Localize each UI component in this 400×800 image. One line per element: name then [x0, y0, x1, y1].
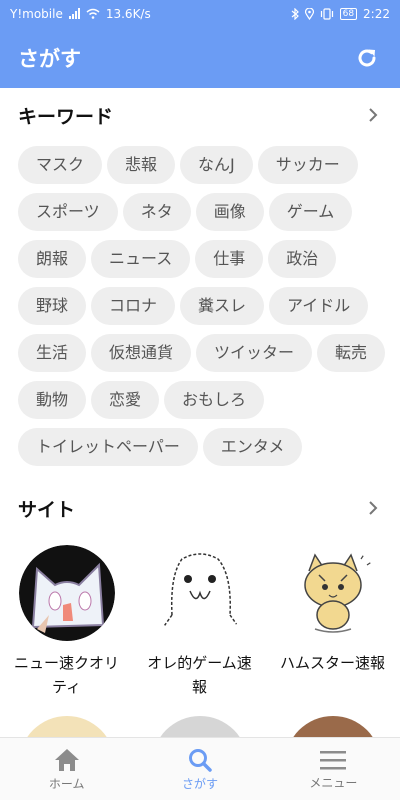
- nav-label-home: ホーム: [48, 776, 85, 791]
- carrier-label: Y!mobile: [10, 6, 63, 21]
- keyword-chip[interactable]: 転売: [317, 334, 386, 372]
- vibrate-icon: [320, 7, 333, 20]
- keyword-chip[interactable]: 政治: [268, 240, 337, 278]
- wifi-icon: [86, 8, 100, 19]
- keyword-chip[interactable]: ツイッター: [196, 334, 313, 372]
- search-icon: [188, 748, 212, 772]
- keyword-chip[interactable]: 画像: [195, 193, 264, 231]
- keyword-chip[interactable]: 仕事: [195, 240, 264, 278]
- site-grid-row-2: [0, 716, 400, 738]
- site-name: ニュー速クオリティ: [13, 654, 119, 696]
- keyword-chip[interactable]: スポーツ: [18, 193, 118, 231]
- site-grid: ニュー速クオリティ オレ的ゲーム速報 ハムスター速報: [0, 545, 400, 699]
- keyword-chip[interactable]: コロナ: [91, 287, 176, 325]
- bluetooth-icon: [291, 7, 299, 20]
- keyword-chip[interactable]: トイレットペーパー: [18, 428, 198, 466]
- site-card[interactable]: オレ的ゲーム速報: [133, 545, 266, 699]
- site-thumbnail-cat-face: [18, 545, 115, 641]
- signal-icon: [68, 8, 80, 19]
- site-thumbnail-partial[interactable]: [18, 716, 115, 738]
- site-name: ハムスター速報: [279, 654, 385, 672]
- app-bar: さがす: [0, 27, 400, 88]
- site-thumbnail-partial[interactable]: [151, 716, 248, 738]
- site-card[interactable]: ニュー速クオリティ: [0, 545, 133, 699]
- clock: 2:22: [363, 6, 390, 21]
- keyword-chip[interactable]: 生活: [18, 334, 87, 372]
- keyword-chip[interactable]: ニュース: [91, 240, 191, 278]
- nav-item-home[interactable]: ホーム: [0, 738, 133, 800]
- bottom-navigation: ホーム さがす メニュー: [0, 737, 400, 800]
- site-section-header[interactable]: サイト: [0, 488, 400, 528]
- keyword-chip[interactable]: なんJ: [180, 146, 253, 184]
- page-title: さがす: [18, 46, 81, 71]
- nav-label-menu: メニュー: [309, 775, 358, 790]
- refresh-icon: [358, 48, 376, 66]
- site-name: オレ的ゲーム速報: [147, 654, 252, 696]
- keyword-chip[interactable]: 朗報: [18, 240, 87, 278]
- keyword-chip[interactable]: マスク: [18, 146, 103, 184]
- site-thumbnail-hamster: [284, 545, 381, 641]
- keyword-chip-list: マスク 悲報 なんJ サッカー スポーツ ネタ 画像 ゲーム 朗報 ニュース 仕…: [18, 146, 388, 466]
- menu-icon: [320, 750, 347, 769]
- keyword-chip[interactable]: 悲報: [107, 146, 176, 184]
- nav-item-menu[interactable]: メニュー: [267, 738, 400, 800]
- site-card[interactable]: ハムスター速報: [266, 545, 399, 699]
- keyword-chip[interactable]: 恋愛: [91, 381, 160, 419]
- keyword-chip[interactable]: サッカー: [257, 146, 358, 184]
- network-speed: 13.6K/s: [105, 6, 151, 21]
- keyword-chip[interactable]: ゲーム: [268, 193, 353, 231]
- keyword-chip[interactable]: 糞スレ: [180, 287, 265, 325]
- refresh-button[interactable]: [352, 43, 382, 73]
- keyword-chip[interactable]: おもしろ: [164, 381, 265, 419]
- site-thumbnail-partial[interactable]: [284, 716, 381, 738]
- status-bar: Y!mobile 13.6K/s 68 2:22: [0, 0, 400, 27]
- site-thumbnail-face-sketch: [151, 545, 248, 641]
- nav-label-search: さがす: [181, 776, 218, 791]
- keyword-section-header[interactable]: キーワード: [0, 95, 400, 135]
- chevron-right-icon[interactable]: [364, 499, 382, 517]
- keyword-section-title: キーワード: [18, 105, 114, 128]
- chevron-right-icon[interactable]: [364, 106, 382, 124]
- site-section-title: サイト: [18, 498, 76, 521]
- keyword-chip[interactable]: 仮想通貨: [91, 334, 192, 372]
- home-icon: [54, 748, 79, 771]
- nav-item-search[interactable]: さがす: [133, 738, 266, 800]
- keyword-chip[interactable]: 野球: [18, 287, 87, 325]
- keyword-chip[interactable]: アイドル: [269, 287, 369, 325]
- keyword-chip[interactable]: ネタ: [122, 193, 191, 231]
- location-icon: [304, 7, 314, 20]
- battery-icon: 68: [339, 7, 358, 20]
- keyword-chip[interactable]: エンタメ: [202, 428, 303, 466]
- keyword-chip[interactable]: 動物: [18, 381, 87, 419]
